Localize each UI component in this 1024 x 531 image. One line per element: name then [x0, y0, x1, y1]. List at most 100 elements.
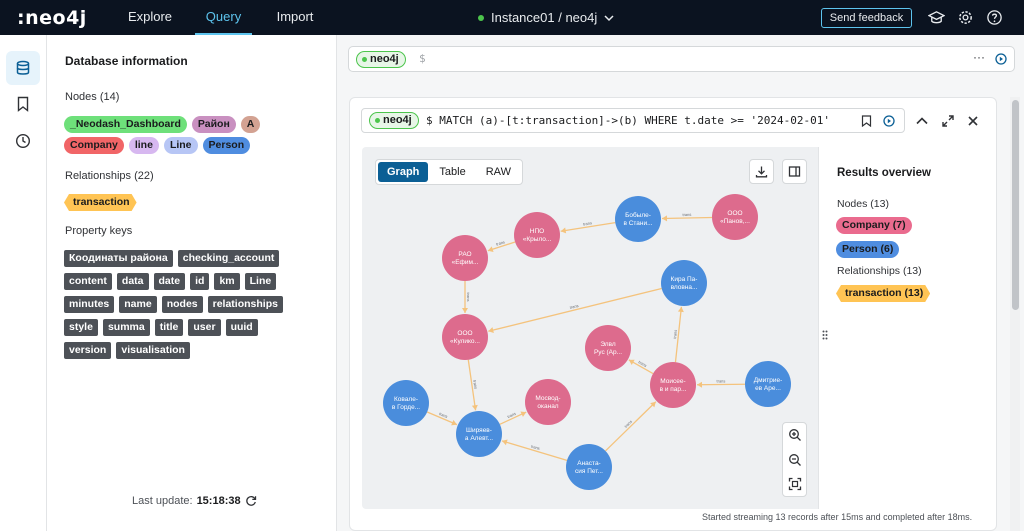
property-key-chip[interactable]: content [64, 273, 112, 290]
help-icon[interactable] [986, 9, 1003, 26]
property-key-chip[interactable]: relationships [207, 296, 283, 313]
run-icon[interactable] [995, 53, 1007, 65]
property-key-chip[interactable]: visualisation [116, 342, 190, 359]
resize-handle[interactable] [822, 329, 828, 343]
result-database-pill-label: neo4j [383, 114, 412, 126]
node-caption: ООО [457, 330, 472, 337]
more-options-button[interactable]: ··· [973, 50, 985, 64]
node-caption: ев Аре... [755, 385, 781, 392]
bookmark-icon[interactable] [861, 115, 872, 127]
relationship-edge[interactable] [488, 287, 662, 332]
property-key-chip[interactable]: km [214, 273, 240, 290]
property-key-chip[interactable]: user [188, 319, 221, 336]
company-node[interactable] [442, 235, 488, 281]
results-overview-title: Results overview [837, 167, 931, 179]
zoom-in-icon[interactable] [788, 428, 802, 442]
company-node[interactable] [442, 314, 488, 360]
person-node[interactable] [566, 444, 612, 490]
node-label-chip[interactable]: Line [163, 137, 198, 154]
view-tab-table[interactable]: Table [430, 162, 474, 182]
node-caption: сия Пет... [575, 468, 603, 475]
overview-node-chip-person[interactable]: Person (6) [836, 241, 900, 258]
send-feedback-button[interactable]: Send feedback [821, 8, 912, 28]
fullscreen-icon[interactable] [941, 114, 955, 128]
property-key-chip[interactable]: checking_account [177, 250, 280, 267]
download-button[interactable] [749, 159, 774, 184]
overview-node-chip-company[interactable]: Company (7) [836, 217, 912, 234]
property-key-chip[interactable]: id [190, 273, 210, 290]
property-key-chip[interactable]: name [119, 296, 157, 313]
node-label-chip[interactable]: Район [191, 116, 236, 133]
last-update-time: 15:18:38 [196, 495, 241, 507]
property-key-chip[interactable]: minutes [64, 296, 115, 313]
relationship-edge[interactable] [696, 383, 746, 386]
person-node[interactable] [745, 361, 791, 407]
property-key-chip[interactable]: version [64, 342, 112, 359]
relationship-types-list: transaction [64, 194, 324, 211]
relationship-type-chip[interactable]: transaction [64, 194, 137, 211]
company-node[interactable] [712, 194, 758, 240]
property-key-chip[interactable]: date [153, 273, 186, 290]
property-key-chip[interactable]: Коодинаты района [64, 250, 173, 267]
node-label-chip[interactable]: Company [64, 137, 124, 154]
history-button[interactable] [6, 124, 40, 158]
toggle-panel-button[interactable] [782, 159, 807, 184]
person-node[interactable] [383, 380, 429, 426]
property-key-chip[interactable]: summa [102, 319, 150, 336]
view-switcher: Graph Table RAW [375, 159, 523, 185]
property-key-chip[interactable]: title [154, 319, 184, 336]
gear-icon[interactable] [957, 9, 974, 26]
property-key-chip[interactable]: nodes [161, 296, 203, 313]
node-label-chip[interactable]: A [240, 116, 261, 133]
result-database-pill[interactable]: neo4j [369, 112, 419, 129]
nav-tab-explore[interactable]: Explore [118, 0, 182, 35]
run-icon[interactable] [883, 115, 895, 127]
property-key-chip[interactable]: style [64, 319, 98, 336]
relationship-edge[interactable] [661, 216, 713, 220]
property-key-chip[interactable]: data [116, 273, 149, 290]
instance-selector[interactable]: Instance01 / neo4j [478, 0, 614, 35]
cypher-editor[interactable]: neo4j $ ··· [348, 46, 1015, 72]
person-node[interactable] [615, 196, 661, 242]
relationships-count-label: Relationships (22) [65, 170, 154, 182]
nav-tab-query[interactable]: Query [195, 0, 252, 35]
relationship-edge[interactable] [605, 401, 657, 452]
saved-cypher-button[interactable] [6, 87, 40, 121]
person-node[interactable] [661, 260, 707, 306]
company-node[interactable] [525, 379, 571, 425]
node-label-chip[interactable]: line [128, 137, 159, 154]
view-tab-graph[interactable]: Graph [378, 162, 429, 182]
edge-label: trans [583, 220, 593, 226]
view-tab-raw[interactable]: RAW [477, 162, 520, 182]
node-caption: в и пар... [660, 386, 687, 393]
database-info-button[interactable] [6, 51, 40, 85]
database-icon [16, 60, 30, 75]
node-label-chip[interactable]: _Neodash_Dashboard [64, 116, 187, 133]
property-key-chip[interactable]: uuid [225, 319, 258, 336]
graph-canvas[interactable]: trans trans trans trans trans trans trans trans… [362, 147, 818, 509]
database-pill[interactable]: neo4j [356, 51, 406, 68]
scrollbar-thumb[interactable] [1012, 100, 1019, 310]
company-node[interactable] [585, 325, 631, 371]
node-caption: ООО [727, 210, 742, 217]
refresh-icon[interactable] [245, 495, 257, 507]
company-node[interactable] [650, 362, 696, 408]
company-node[interactable] [514, 212, 560, 258]
edge-arrowhead [488, 327, 494, 333]
close-icon[interactable] [966, 114, 980, 128]
person-node[interactable] [456, 411, 502, 457]
node-caption: вловна... [671, 284, 698, 291]
node-caption: Анаста- [577, 460, 600, 467]
neo4j-logo: :neo4j [17, 7, 87, 29]
property-key-chip[interactable]: Line [244, 273, 277, 290]
node-label-chip[interactable]: Person [202, 137, 251, 154]
graph-visualization[interactable]: trans trans trans trans trans trans trans trans… [362, 147, 818, 509]
collapse-icon[interactable] [915, 114, 929, 128]
fit-to-screen-icon[interactable] [788, 477, 802, 491]
zoom-out-icon[interactable] [788, 453, 802, 467]
nav-tab-import[interactable]: Import [266, 0, 324, 35]
graduation-cap-icon[interactable] [928, 9, 945, 26]
node-caption: «Ефим... [452, 259, 479, 266]
result-query-bar[interactable]: neo4j $ MATCH (a)-[t:transaction]->(b) W… [361, 108, 905, 133]
overview-relationship-chip[interactable]: transaction (13) [836, 285, 930, 302]
